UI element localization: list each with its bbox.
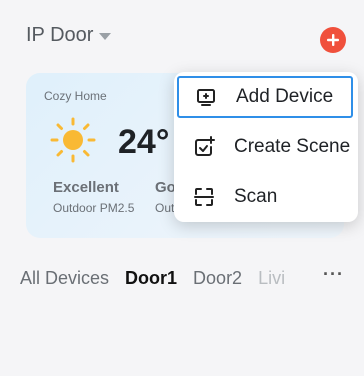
tab-door1[interactable]: Door1 bbox=[125, 268, 177, 289]
caret-down-icon bbox=[99, 33, 112, 40]
menu-item-label: Scan bbox=[234, 186, 278, 207]
menu-item-label: Create Scene bbox=[234, 136, 351, 157]
air-quality-value: Excellent bbox=[53, 179, 119, 196]
add-popup-menu: Add Device Create Scene Scan bbox=[174, 72, 358, 222]
card-home-label: Cozy Home bbox=[44, 89, 107, 103]
menu-item-create-scene[interactable]: Create Scene bbox=[177, 126, 353, 168]
temperature-value: 24° bbox=[118, 123, 170, 161]
sun-icon bbox=[50, 117, 96, 163]
second-metric-caption: Out bbox=[155, 201, 175, 215]
second-metric-value: Go bbox=[155, 179, 176, 196]
menu-item-label: Add Device bbox=[236, 86, 334, 107]
menu-item-scan[interactable]: Scan bbox=[177, 176, 353, 218]
app-header: IP Door bbox=[0, 0, 364, 70]
add-button[interactable] bbox=[320, 27, 346, 53]
scan-icon bbox=[191, 184, 217, 210]
tab-door2[interactable]: Door2 bbox=[193, 268, 242, 289]
home-selector[interactable]: IP Door bbox=[26, 24, 112, 47]
tab-living[interactable]: Livi bbox=[258, 268, 285, 289]
add-device-icon bbox=[193, 84, 219, 110]
plus-icon bbox=[327, 34, 339, 46]
menu-item-add-device[interactable]: Add Device bbox=[177, 76, 353, 118]
air-quality-caption: Outdoor PM2.5 bbox=[53, 201, 135, 215]
tab-all-devices[interactable]: All Devices bbox=[20, 268, 109, 289]
more-icon[interactable]: ··· bbox=[323, 264, 344, 285]
create-scene-icon bbox=[191, 134, 217, 160]
home-name: IP Door bbox=[26, 24, 94, 46]
room-tabs: All Devices Door1 Door2 Livi ··· bbox=[20, 264, 364, 292]
